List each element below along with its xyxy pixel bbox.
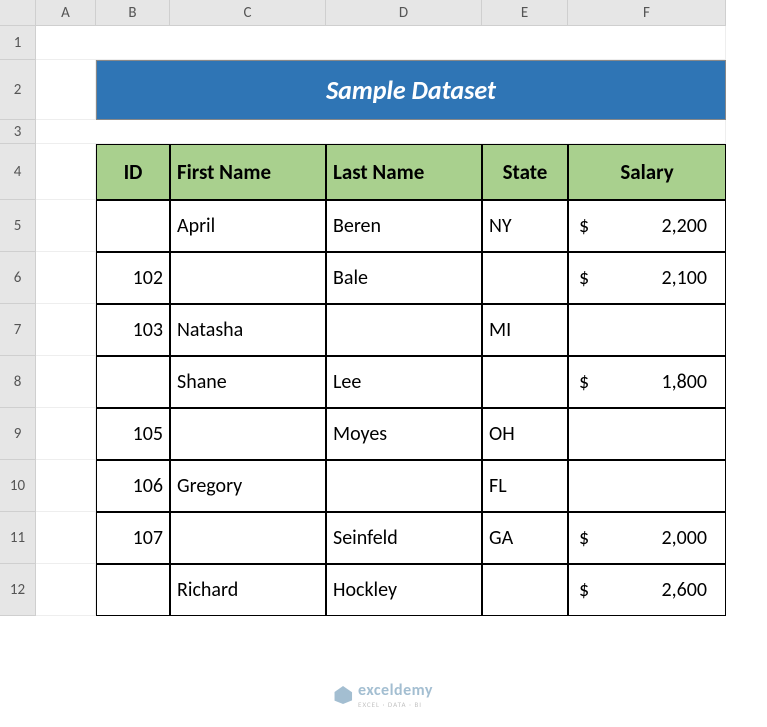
salary-amount: 1,800 (661, 370, 719, 394)
cell-last-name-1[interactable]: Bale (326, 252, 482, 304)
col-header-A[interactable]: A (36, 0, 96, 26)
row-header-3[interactable]: 3 (0, 120, 36, 144)
cell-salary-7[interactable]: $2,600 (568, 564, 726, 616)
cell-first-name-0[interactable]: April (170, 200, 326, 252)
cell-state-7[interactable] (482, 564, 568, 616)
cell-last-name-7[interactable]: Hockley (326, 564, 482, 616)
col-header-E[interactable]: E (482, 0, 568, 26)
cell-first-name-5[interactable]: Gregory (170, 460, 326, 512)
cell-state-5[interactable]: FL (482, 460, 568, 512)
cell-first-name-3[interactable]: Shane (170, 356, 326, 408)
col-header-F[interactable]: F (568, 0, 726, 26)
cell-state-4[interactable]: OH (482, 408, 568, 460)
cell-first-name-2[interactable]: Natasha (170, 304, 326, 356)
cell-id-6[interactable]: 107 (96, 512, 170, 564)
header-first-name[interactable]: First Name (170, 144, 326, 200)
row-header-10[interactable]: 10 (0, 460, 36, 512)
cell-state-2[interactable]: MI (482, 304, 568, 356)
salary-amount: 2,100 (661, 266, 719, 290)
cell-state-1[interactable] (482, 252, 568, 304)
cell-first-name-4[interactable] (170, 408, 326, 460)
cell-salary-4[interactable] (568, 408, 726, 460)
cell-A8[interactable] (36, 356, 96, 408)
cell-A4[interactable] (36, 144, 96, 200)
cell-salary-3[interactable]: $1,800 (568, 356, 726, 408)
cell-last-name-3[interactable]: Lee (326, 356, 482, 408)
cell-state-3[interactable] (482, 356, 568, 408)
row-header-2[interactable]: 2 (0, 60, 36, 120)
cell-A10[interactable] (36, 460, 96, 512)
currency-symbol: $ (575, 266, 589, 290)
currency-symbol: $ (575, 526, 589, 550)
cell-id-4[interactable]: 105 (96, 408, 170, 460)
watermark: exceldemy EXCEL · DATA · BI (334, 681, 433, 709)
cell-first-name-7[interactable]: Richard (170, 564, 326, 616)
row-header-1[interactable]: 1 (0, 26, 36, 60)
cell-A12[interactable] (36, 564, 96, 616)
cell-state-0[interactable]: NY (482, 200, 568, 252)
cell-id-7[interactable] (96, 564, 170, 616)
salary-amount: 2,000 (661, 526, 719, 550)
cell-id-1[interactable]: 102 (96, 252, 170, 304)
cell-last-name-5[interactable] (326, 460, 482, 512)
select-all-corner[interactable] (0, 0, 36, 26)
header-id[interactable]: ID (96, 144, 170, 200)
cell-A7[interactable] (36, 304, 96, 356)
salary-amount: 2,200 (661, 214, 719, 238)
cell-A2[interactable] (36, 60, 96, 120)
row-header-9[interactable]: 9 (0, 408, 36, 460)
currency-symbol: $ (575, 578, 589, 602)
header-last-name[interactable]: Last Name (326, 144, 482, 200)
row-header-6[interactable]: 6 (0, 252, 36, 304)
cell-salary-6[interactable]: $2,000 (568, 512, 726, 564)
col-header-B[interactable]: B (96, 0, 170, 26)
cell-last-name-0[interactable]: Beren (326, 200, 482, 252)
cell-A5[interactable] (36, 200, 96, 252)
cell-A11[interactable] (36, 512, 96, 564)
cell-last-name-2[interactable] (326, 304, 482, 356)
cell-salary-0[interactable]: $2,200 (568, 200, 726, 252)
cell-row1[interactable] (36, 26, 726, 60)
currency-symbol: $ (575, 370, 589, 394)
col-header-D[interactable]: D (326, 0, 482, 26)
watermark-brand: exceldemy (358, 681, 433, 700)
cell-id-5[interactable]: 106 (96, 460, 170, 512)
row-header-4[interactable]: 4 (0, 144, 36, 200)
cell-salary-1[interactable]: $2,100 (568, 252, 726, 304)
cell-salary-5[interactable] (568, 460, 726, 512)
row-header-5[interactable]: 5 (0, 200, 36, 252)
cell-state-6[interactable]: GA (482, 512, 568, 564)
cell-last-name-6[interactable]: Seinfeld (326, 512, 482, 564)
cell-row3[interactable] (36, 120, 726, 144)
cell-id-0[interactable] (96, 200, 170, 252)
col-header-C[interactable]: C (170, 0, 326, 26)
row-header-12[interactable]: 12 (0, 564, 36, 616)
cell-first-name-6[interactable] (170, 512, 326, 564)
cell-last-name-4[interactable]: Moyes (326, 408, 482, 460)
row-header-7[interactable]: 7 (0, 304, 36, 356)
cell-id-2[interactable]: 103 (96, 304, 170, 356)
header-state[interactable]: State (482, 144, 568, 200)
cell-salary-2[interactable] (568, 304, 726, 356)
currency-symbol: $ (575, 214, 589, 238)
spreadsheet-grid: A B C D E F 1 2 Sample Dataset 3 4 ID Fi… (0, 0, 726, 616)
cell-A6[interactable] (36, 252, 96, 304)
cell-A9[interactable] (36, 408, 96, 460)
watermark-sub: EXCEL · DATA · BI (358, 700, 433, 709)
cell-id-3[interactable] (96, 356, 170, 408)
row-header-8[interactable]: 8 (0, 356, 36, 408)
cell-first-name-1[interactable] (170, 252, 326, 304)
row-header-11[interactable]: 11 (0, 512, 36, 564)
logo-icon (334, 686, 352, 704)
header-salary[interactable]: Salary (568, 144, 726, 200)
salary-amount: 2,600 (661, 578, 719, 602)
title-banner[interactable]: Sample Dataset (96, 60, 726, 120)
